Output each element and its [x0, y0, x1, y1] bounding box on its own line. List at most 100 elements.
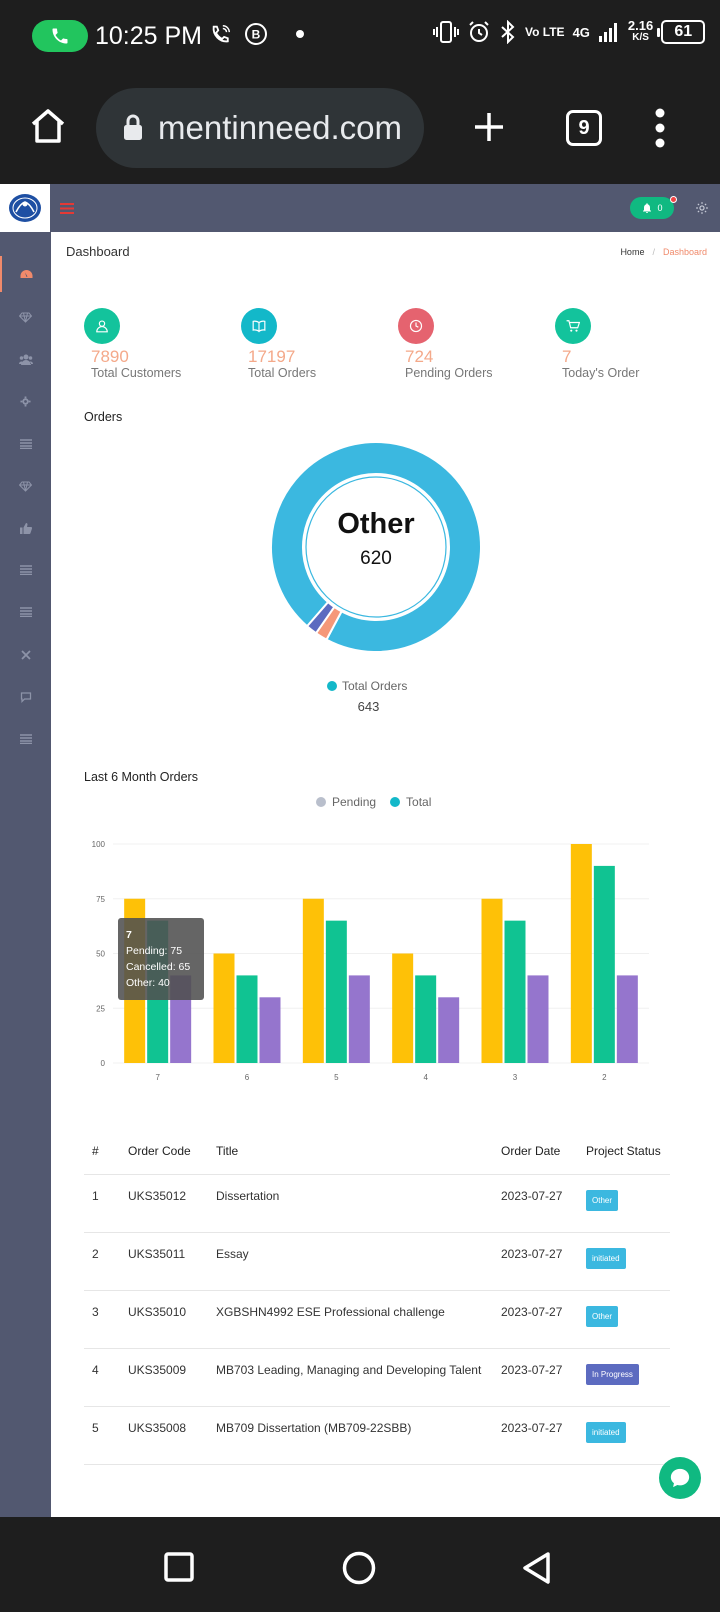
stat-label: Today's Order: [562, 366, 640, 380]
diamond-icon: [19, 481, 32, 492]
settings-gear-icon[interactable]: [695, 201, 709, 215]
bar-pending-4[interactable]: [392, 953, 414, 1064]
vibrate-icon: [433, 21, 459, 43]
logo[interactable]: [0, 184, 50, 232]
sidebar-item-list-3[interactable]: [0, 594, 51, 630]
sidebar-item-users[interactable]: [0, 341, 51, 377]
notifications-button[interactable]: 0: [630, 197, 674, 219]
sidebar-item-settings[interactable]: [0, 383, 51, 419]
status-bar: 10:25 PM B Vo LTE 4G 2.16 K/S 61: [0, 0, 720, 72]
bar-cancelled-2[interactable]: [593, 865, 615, 1063]
sidebar-nav: [0, 232, 51, 1517]
sidebar-item-tools[interactable]: [0, 637, 51, 673]
breadcrumb-home[interactable]: Home: [620, 247, 644, 257]
y-tick-label: 75: [96, 895, 105, 904]
status-badge: Other: [586, 1306, 619, 1327]
tooltip-line: Pending: 75: [126, 945, 183, 957]
business-chat-icon: B: [245, 23, 267, 45]
bar-other-4[interactable]: [438, 997, 460, 1063]
cell-num: 3: [84, 1290, 120, 1349]
bar-other-3[interactable]: [527, 975, 549, 1063]
bar-cancelled-5[interactable]: [325, 920, 347, 1063]
comments-icon: [20, 691, 31, 703]
list-icon: [19, 607, 32, 617]
bar-other-2[interactable]: [616, 975, 638, 1063]
legend-dot: [390, 797, 401, 807]
cell-order-date: 2023-07-27: [493, 1348, 578, 1407]
bar-pending-5[interactable]: [302, 898, 324, 1063]
clock-icon: [398, 308, 434, 344]
status-badge: In Progress: [586, 1364, 639, 1385]
sidebar-item-likes[interactable]: [0, 510, 51, 546]
home-icon[interactable]: [28, 106, 68, 146]
home-nav-icon[interactable]: [342, 1551, 376, 1585]
main-content: Dashboard Home / Dashboard 7890 Total Cu…: [51, 232, 720, 1517]
lock-icon[interactable]: [122, 114, 144, 142]
address-bar[interactable]: mentinneed.com: [96, 88, 424, 168]
sidebar-item-chat[interactable]: [0, 679, 51, 715]
legend-label: Pending: [332, 795, 377, 809]
chart-tooltip: 7 Pending: 75 Cancelled: 65 Other: 40: [118, 918, 204, 1000]
cell-status: initiated: [578, 1232, 670, 1291]
table-row[interactable]: 4 UKS35009 MB703 Leading, Managing and Dev…: [84, 1348, 670, 1407]
cell-num: 1: [84, 1174, 120, 1233]
orders-table: # Order Code Title Order Date Project St…: [84, 1132, 670, 1465]
sidebar-item-dashboard[interactable]: [0, 256, 51, 292]
cell-num: 5: [84, 1406, 120, 1465]
bar-chart-legend: Pending Total: [316, 795, 431, 809]
book-icon: [241, 308, 277, 344]
table-row[interactable]: 3 UKS35010 XGBSHN4992 ESE Professional cha…: [84, 1290, 670, 1349]
stat-label: Total Customers: [91, 366, 182, 380]
dashboard-gauge-icon: [20, 270, 33, 278]
sidebar-item-diamond[interactable]: [0, 299, 51, 335]
stat-value: 7: [562, 347, 572, 366]
bar-other-6[interactable]: [259, 997, 281, 1063]
bar-cancelled-6[interactable]: [236, 975, 258, 1063]
bar-cancelled-3[interactable]: [504, 920, 526, 1063]
table-row[interactable]: 1 UKS35012 Dissertation 2023-07-27 Other: [84, 1174, 670, 1233]
table-header-row: # Order Code Title Order Date Project St…: [84, 1132, 670, 1175]
recent-apps-icon[interactable]: [164, 1552, 194, 1582]
notification-dot-icon: [296, 30, 304, 38]
cell-order-date: 2023-07-27: [493, 1406, 578, 1465]
table-row[interactable]: 5 UKS35008 MB709 Dissertation (MB709-22SBB…: [84, 1406, 670, 1465]
stat-todays-order: 7 Today's Order: [555, 308, 705, 380]
volte-indicator: Vo LTE: [525, 24, 565, 39]
bar-pending-3[interactable]: [481, 898, 503, 1063]
list-icon: [19, 734, 32, 744]
header-order-date: Order Date: [493, 1132, 578, 1175]
stat-value: 17197: [248, 347, 296, 366]
chat-bubble-icon: [670, 1468, 690, 1488]
cell-status: Other: [578, 1290, 670, 1349]
legend-dot: [316, 797, 326, 807]
table-row[interactable]: 2 UKS35011 Essay 2023-07-27 initiated: [84, 1232, 670, 1291]
menu-toggle-icon[interactable]: [60, 203, 74, 214]
bar-section-title: Last 6 Month Orders: [84, 770, 198, 784]
orders-donut-chart[interactable]: [261, 432, 491, 662]
bar-cancelled-4[interactable]: [415, 975, 437, 1063]
chat-widget-button[interactable]: [659, 1457, 701, 1499]
users-icon: [18, 354, 33, 365]
tab-switcher-button[interactable]: 9: [566, 110, 602, 146]
legend-item-total[interactable]: Total: [390, 795, 431, 809]
stat-total-orders: 17197 Total Orders: [241, 308, 391, 380]
cell-order-date: 2023-07-27: [493, 1174, 578, 1233]
sidebar-item-diamond-2[interactable]: [0, 468, 51, 504]
y-tick-label: 0: [101, 1059, 106, 1068]
back-icon[interactable]: [521, 1551, 551, 1585]
status-badge: initiated: [586, 1422, 626, 1443]
ongoing-call-indicator[interactable]: [32, 20, 88, 52]
new-tab-icon[interactable]: [472, 110, 506, 144]
donut-legend[interactable]: Total Orders: [327, 679, 407, 693]
more-options-icon[interactable]: [654, 108, 666, 148]
bar-pending-2[interactable]: [570, 844, 592, 1063]
x-tick-label: 3: [513, 1073, 518, 1082]
legend-item-pending[interactable]: Pending: [316, 795, 376, 809]
bar-pending-6[interactable]: [213, 953, 235, 1064]
sidebar-item-list-1[interactable]: [0, 426, 51, 462]
sidebar-item-list-2[interactable]: [0, 552, 51, 588]
bar-other-5[interactable]: [348, 975, 370, 1063]
url-text: mentinneed.com: [158, 109, 402, 146]
sidebar-item-list-4[interactable]: [0, 721, 51, 757]
cell-order-code: UKS35012: [120, 1174, 208, 1233]
